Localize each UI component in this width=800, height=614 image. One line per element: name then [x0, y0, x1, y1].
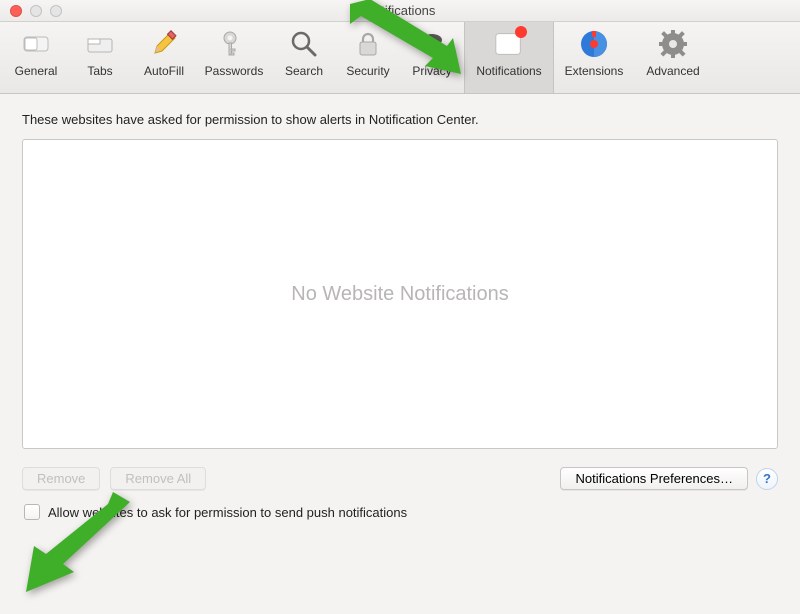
tab-label: Security — [346, 64, 389, 78]
minimize-window-icon[interactable] — [30, 5, 42, 17]
tab-autofill[interactable]: AutoFill — [132, 22, 196, 93]
tab-extensions[interactable]: Extensions — [554, 22, 634, 93]
notifications-preferences-button[interactable]: Notifications Preferences… — [560, 467, 748, 490]
website-notifications-list[interactable]: No Website Notifications — [22, 139, 778, 449]
titlebar: Notifications — [0, 0, 800, 22]
tab-label: Privacy — [412, 64, 451, 78]
tab-label: AutoFill — [144, 64, 184, 78]
tab-label: Search — [285, 64, 323, 78]
remove-button[interactable]: Remove — [22, 467, 100, 490]
gear-icon — [657, 28, 689, 60]
tab-label: General — [15, 64, 58, 78]
notifications-pane: These websites have asked for permission… — [0, 94, 800, 534]
tab-label: Tabs — [87, 64, 112, 78]
tab-search[interactable]: Search — [272, 22, 336, 93]
lock-icon — [352, 28, 384, 60]
key-icon — [218, 28, 250, 60]
list-actions-row: Remove Remove All Notifications Preferen… — [22, 467, 778, 490]
empty-list-placeholder: No Website Notifications — [291, 283, 509, 306]
notification-badge-icon — [515, 26, 527, 38]
allow-push-checkbox[interactable] — [24, 504, 40, 520]
privacy-icon — [416, 28, 448, 60]
extensions-icon — [578, 28, 610, 60]
help-button[interactable]: ? — [756, 468, 778, 490]
switch-icon — [20, 28, 52, 60]
notification-icon — [493, 28, 525, 60]
tab-label: Advanced — [646, 64, 699, 78]
tab-privacy[interactable]: Privacy — [400, 22, 464, 93]
tab-label: Extensions — [565, 64, 624, 78]
tab-advanced[interactable]: Advanced — [634, 22, 712, 93]
pane-description: These websites have asked for permission… — [22, 112, 778, 127]
pencil-icon — [148, 28, 180, 60]
magnifier-icon — [288, 28, 320, 60]
window-controls — [10, 5, 62, 17]
tab-tabs[interactable]: Tabs — [68, 22, 132, 93]
tab-notifications[interactable]: Notifications — [464, 22, 554, 93]
tab-label: Notifications — [476, 64, 541, 78]
remove-all-button[interactable]: Remove All — [110, 467, 206, 490]
preferences-toolbar: General Tabs AutoFill Passwords Search S… — [0, 22, 800, 94]
tab-security[interactable]: Security — [336, 22, 400, 93]
zoom-window-icon[interactable] — [50, 5, 62, 17]
tab-passwords[interactable]: Passwords — [196, 22, 272, 93]
tab-general[interactable]: General — [4, 22, 68, 93]
allow-push-row: Allow websites to ask for permission to … — [24, 504, 778, 520]
allow-push-label: Allow websites to ask for permission to … — [48, 505, 407, 520]
close-window-icon[interactable] — [10, 5, 22, 17]
window-title: Notifications — [0, 3, 800, 18]
tabs-icon — [84, 28, 116, 60]
tab-label: Passwords — [205, 64, 264, 78]
